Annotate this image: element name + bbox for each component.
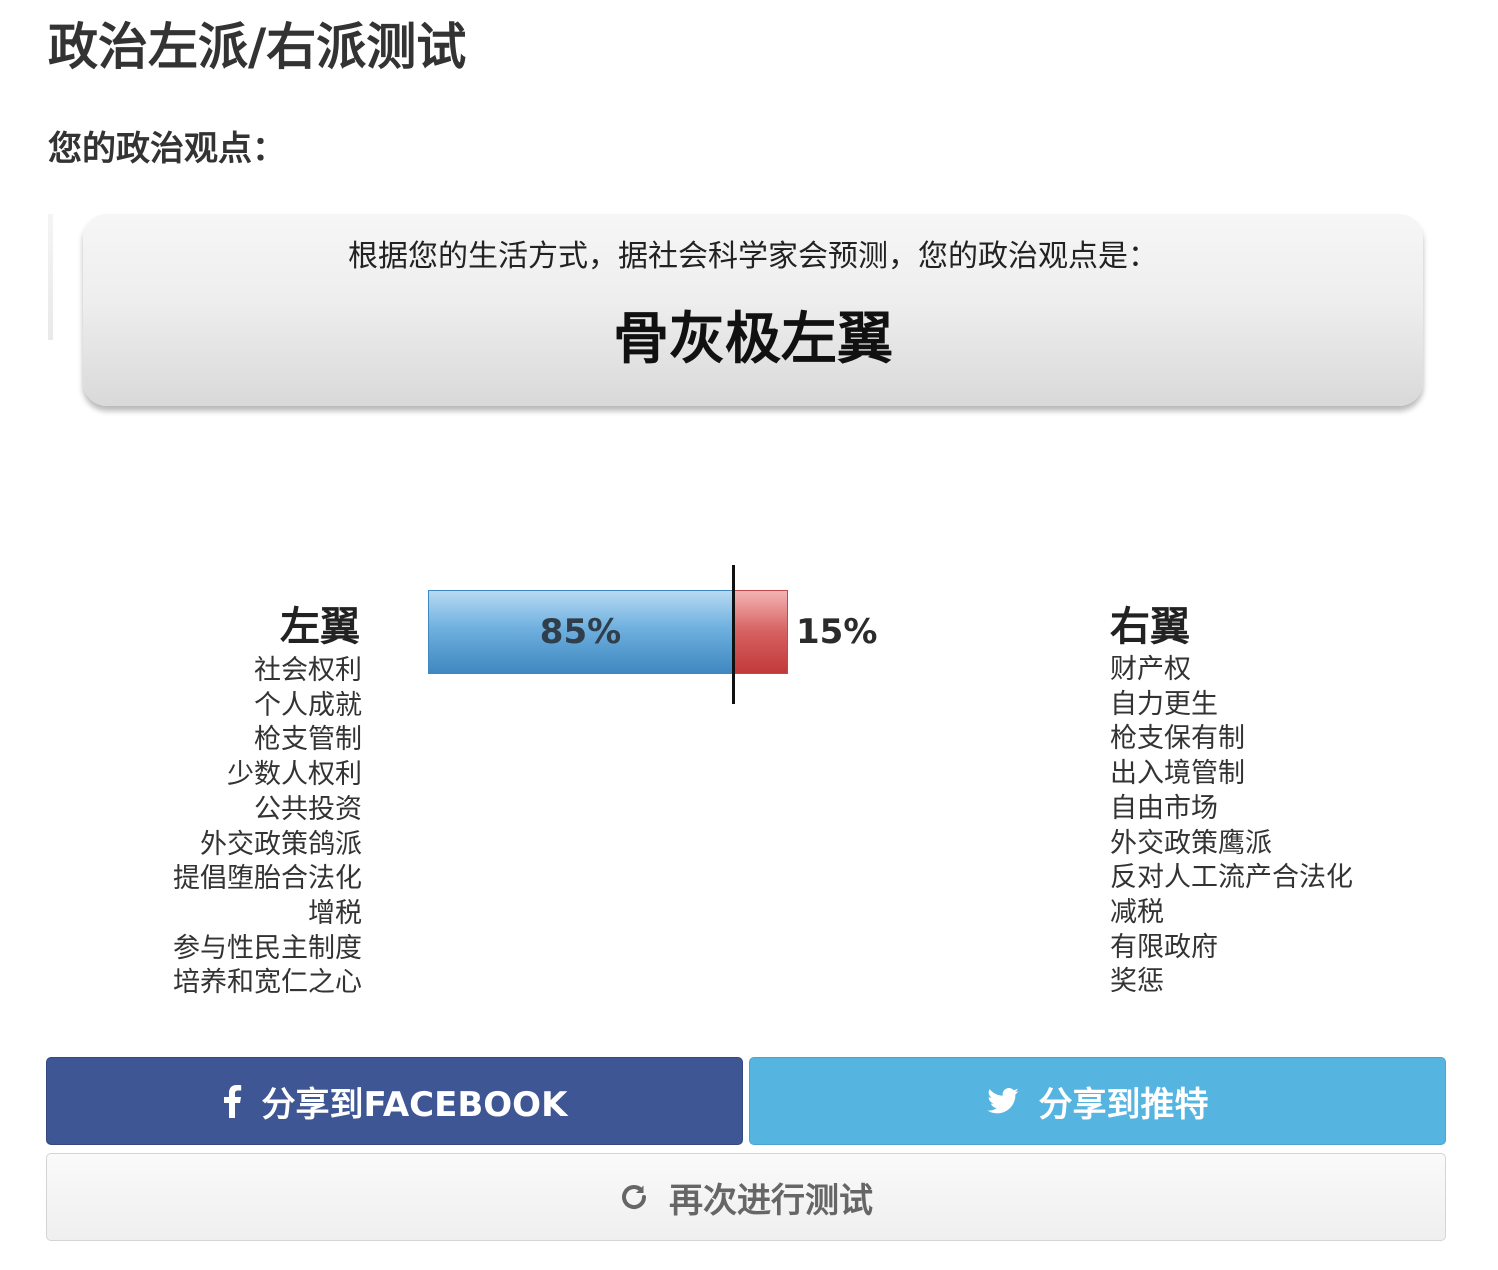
retake-test-button[interactable]: 再次进行测试 bbox=[46, 1153, 1446, 1241]
share-twitter-button[interactable]: 分享到推特 bbox=[749, 1057, 1446, 1145]
right-wing-item: 自由市场 bbox=[1110, 792, 1218, 824]
left-wing-item: 增税 bbox=[308, 897, 362, 929]
right-wing-item: 奖惩 bbox=[1110, 966, 1164, 998]
share-facebook-button[interactable]: 分享到FACEBOOK bbox=[46, 1057, 743, 1145]
center-divider-line bbox=[732, 565, 735, 704]
right-wing-item: 减税 bbox=[1110, 896, 1164, 928]
share-twitter-label: 分享到推特 bbox=[1038, 1084, 1209, 1125]
left-percent-bar: 85% bbox=[428, 590, 733, 674]
right-percent-bar bbox=[733, 590, 788, 674]
facebook-icon bbox=[222, 1084, 242, 1118]
card-edge-decoration bbox=[48, 214, 53, 340]
result-label: 骨灰极左翼 bbox=[613, 307, 893, 372]
left-wing-item: 外交政策鸽派 bbox=[200, 828, 362, 860]
left-wing-item: 少数人权利 bbox=[227, 759, 362, 791]
left-wing-item: 提倡堕胎合法化 bbox=[173, 863, 362, 895]
left-wing-list: 社会权利 个人成就 枪支管制 少数人权利 公共投资 外交政策鸽派 提倡堕胎合法化… bbox=[100, 654, 362, 1001]
refresh-icon bbox=[619, 1182, 649, 1212]
left-wing-item: 个人成就 bbox=[254, 689, 362, 721]
right-wing-list: 财产权 自力更生 枪支保有制 出入境管制 自由市场 外交政策鹰派 反对人工流产合… bbox=[1110, 653, 1353, 1000]
left-wing-item: 社会权利 bbox=[254, 655, 362, 686]
right-wing-title: 右翼 bbox=[1110, 604, 1190, 650]
section-heading: 您的政治观点： bbox=[48, 129, 286, 169]
share-facebook-label: 分享到FACEBOOK bbox=[261, 1084, 568, 1125]
right-wing-item: 外交政策鹰派 bbox=[1110, 827, 1272, 859]
left-percent-label: 85% bbox=[539, 612, 622, 652]
right-wing-item: 出入境管制 bbox=[1110, 758, 1245, 790]
right-wing-item: 枪支保有制 bbox=[1110, 723, 1245, 755]
right-wing-item: 财产权 bbox=[1110, 654, 1191, 685]
left-wing-item: 参与性民主制度 bbox=[173, 932, 362, 964]
retake-test-label: 再次进行测试 bbox=[669, 1180, 873, 1221]
right-wing-item: 有限政府 bbox=[1110, 931, 1218, 963]
left-wing-item: 公共投资 bbox=[254, 793, 362, 825]
page-title: 政治左派/右派测试 bbox=[48, 18, 467, 76]
left-wing-title: 左翼 bbox=[280, 604, 360, 650]
left-wing-item: 培养和宽仁之心 bbox=[173, 967, 362, 999]
result-card: 根据您的生活方式，据社会科学家会预测，您的政治观点是： 骨灰极左翼 bbox=[83, 214, 1423, 406]
right-percent-label: 15% bbox=[796, 612, 878, 652]
right-wing-item: 自力更生 bbox=[1110, 688, 1218, 720]
left-wing-item: 枪支管制 bbox=[254, 724, 362, 756]
right-wing-item: 反对人工流产合法化 bbox=[1110, 862, 1353, 894]
twitter-icon bbox=[986, 1088, 1019, 1114]
result-intro: 根据您的生活方式，据社会科学家会预测，您的政治观点是： bbox=[348, 239, 1158, 274]
